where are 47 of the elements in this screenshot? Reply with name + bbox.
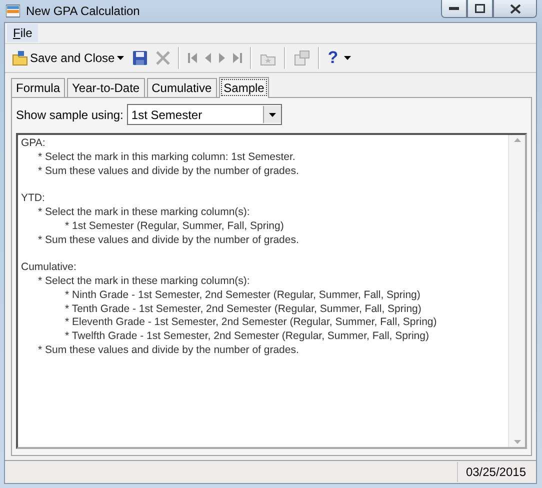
tab[interactable]: Formula (11, 78, 66, 97)
window-title: New GPA Calculation (26, 4, 141, 18)
properties-icon (294, 50, 310, 66)
sample-text-line: YTD: (21, 192, 45, 204)
previous-icon (204, 53, 211, 63)
scroll-down-icon (514, 440, 520, 444)
sample-text-line: GPA: (21, 137, 46, 149)
sample-text-line: * Select the mark in these marking column(s): (38, 274, 250, 287)
sample-text-line: * Select the mark in these marking column(s): (38, 206, 250, 218)
help-button[interactable]: ? (324, 46, 354, 70)
save-and-close-button[interactable]: Save and Close (9, 46, 127, 70)
last-icon (232, 53, 242, 63)
status-date: 03/25/2015 (456, 462, 536, 482)
maximize-icon (475, 4, 485, 13)
close-button[interactable] (493, 0, 537, 18)
tab[interactable]: Sample (218, 77, 270, 98)
folder-save-icon (12, 50, 28, 66)
sample-dropdown[interactable]: 1st Semester (127, 104, 282, 125)
sample-text-area[interactable] (16, 133, 527, 449)
sample-text-line: * Sum these values and divide by the number of grades. (38, 234, 299, 246)
sample-text-line: * Sum these values and divide by the number of grades. (38, 344, 299, 356)
sample-text-line: * Eleventh Grade - 1st Semester, 2nd Semester (Regular, Summer, Fall, Spring) (65, 316, 437, 328)
maximize-button[interactable] (467, 0, 493, 18)
caret-icon (116, 56, 124, 60)
caret-icon (344, 56, 352, 60)
delete-icon (156, 51, 170, 65)
sample-text-line: * Sum these values and divide by the number of grades. (38, 164, 299, 177)
menu-item[interactable]: File (7, 24, 38, 42)
field-label: Show sample using: (16, 108, 124, 122)
close-icon (510, 4, 520, 14)
next-icon (218, 53, 225, 63)
scrollbar[interactable] (508, 135, 525, 447)
tab[interactable]: Cumulative (146, 78, 217, 97)
minimize-button[interactable] (441, 0, 467, 18)
sample-text-line: * Tenth Grade - 1st Semester, 2nd Semester (Regular, Summer, Fall, Spring) (65, 302, 422, 315)
sample-text-line: Cumulative: (21, 261, 76, 274)
sample-text-line: * 1st Semester (Regular, Summer, Fall, Spring) (65, 220, 284, 232)
scroll-up-icon (514, 138, 520, 142)
save-icon (132, 50, 148, 66)
sample-text-line: * Twelfth Grade - 1st Semester, 2nd Semester (Regular, Summer, Fall, Spring) (65, 330, 429, 342)
sample-text-line: * Select the mark in this marking column: 1st Semester. (38, 150, 296, 163)
tab[interactable]: Year-to-Date (67, 78, 145, 97)
first-icon (188, 53, 197, 63)
dropdown-arrow-icon (269, 112, 276, 116)
app-icon (6, 4, 20, 18)
sample-text-line: * Ninth Grade - 1st Semester, 2nd Semester (Regular, Summer, Fall, Spring) (65, 288, 420, 301)
minimize-icon (449, 7, 459, 10)
